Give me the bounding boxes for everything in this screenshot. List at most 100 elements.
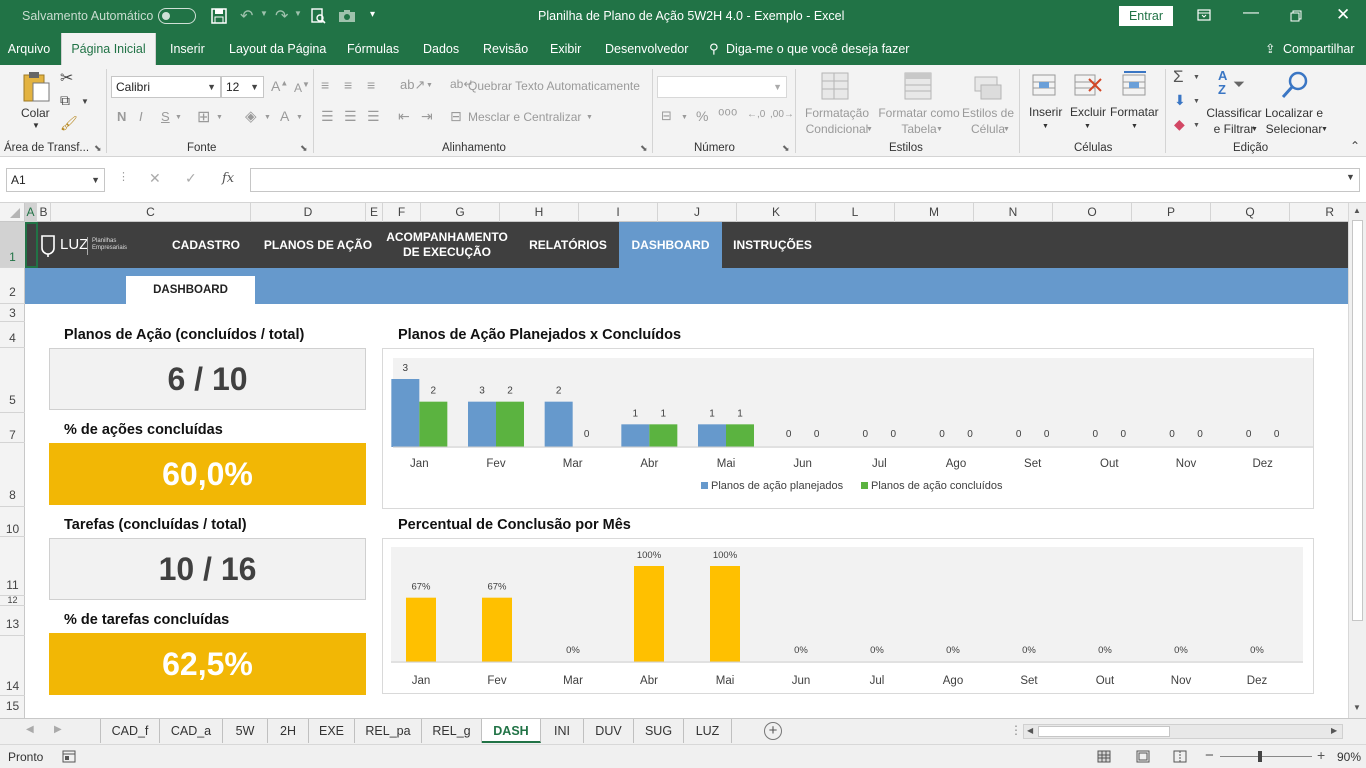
format-painter-icon[interactable]: 🖌 xyxy=(60,115,78,132)
normal-view-icon[interactable] xyxy=(1097,750,1111,763)
shrink-font-icon[interactable]: A▼ xyxy=(294,80,310,95)
find-select-icon[interactable] xyxy=(1280,70,1310,100)
share-button[interactable]: ⇪ Compartilhar xyxy=(1265,33,1355,65)
collapse-ribbon-icon[interactable]: ⌃ xyxy=(1350,139,1360,153)
redo-icon[interactable]: ↷ xyxy=(275,6,288,26)
sheet-tab[interactable]: REL_pa xyxy=(355,719,422,743)
sheet-tab[interactable]: LUZ xyxy=(684,719,732,743)
grow-font-icon[interactable]: A▲ xyxy=(271,78,288,94)
row-header[interactable]: 13 xyxy=(0,606,25,636)
tab-inserir[interactable]: Inserir xyxy=(170,33,205,65)
paste-dropdown-icon[interactable]: ▼ xyxy=(32,121,40,130)
align-top-icon[interactable]: ≡ xyxy=(321,77,329,93)
number-format-select[interactable]: ▼ xyxy=(657,76,787,98)
insert-cells-icon[interactable] xyxy=(1031,71,1059,99)
nav-planos-de-acao[interactable]: PLANOS DE AÇÃO xyxy=(261,222,375,268)
insert-dropdown-icon[interactable]: ▼ xyxy=(1042,123,1049,130)
undo-dropdown-icon[interactable]: ▼ xyxy=(260,9,268,18)
underline-button[interactable]: S xyxy=(161,109,170,124)
close-icon[interactable]: ✕ xyxy=(1336,5,1350,25)
column-header[interactable]: D xyxy=(251,203,366,222)
tab-desenvolvedor[interactable]: Desenvolvedor xyxy=(605,33,688,65)
column-header[interactable]: M xyxy=(895,203,974,222)
sheet-tab[interactable]: DUV xyxy=(584,719,634,743)
column-header[interactable]: R xyxy=(1290,203,1348,222)
row-header[interactable]: 11 xyxy=(0,537,25,596)
zoom-out-icon[interactable]: − xyxy=(1205,747,1214,764)
delete-dropdown-icon[interactable]: ▼ xyxy=(1084,123,1091,130)
cut-icon[interactable]: ✂ xyxy=(60,68,73,88)
row-header[interactable]: 12 xyxy=(0,596,25,606)
fill-color-icon[interactable]: ◈ xyxy=(245,107,257,125)
row-header[interactable]: 2 xyxy=(0,268,25,304)
align-right-icon[interactable]: ☰ xyxy=(367,108,380,125)
row-header[interactable]: 10 xyxy=(0,507,25,537)
format-as-table-button[interactable]: Formatar como Tabela xyxy=(874,105,964,137)
scroll-thumb[interactable] xyxy=(1038,726,1170,737)
zoom-in-icon[interactable]: + xyxy=(1317,747,1325,763)
row-header[interactable]: 4 xyxy=(0,322,25,348)
subnav-tab-dashboard[interactable]: DASHBOARD xyxy=(126,276,255,304)
sheet-tab[interactable]: CAD_a xyxy=(160,719,223,743)
expand-formula-icon[interactable]: ▼ xyxy=(1346,172,1355,182)
paste-icon[interactable] xyxy=(21,71,51,103)
sheet-tab[interactable]: SUG xyxy=(634,719,684,743)
row-header[interactable]: 15 xyxy=(0,696,25,718)
find-dropdown-icon[interactable]: ▼ xyxy=(1321,126,1328,133)
column-header[interactable]: B xyxy=(37,203,51,222)
cell-styles-dropdown-icon[interactable]: ▼ xyxy=(1003,126,1010,133)
restore-icon[interactable] xyxy=(1290,10,1302,22)
format-table-dropdown-icon[interactable]: ▼ xyxy=(936,126,943,133)
sort-dropdown-icon[interactable]: ▼ xyxy=(1251,126,1258,133)
camera-icon[interactable] xyxy=(338,9,356,23)
comma-style-icon[interactable]: ⁰⁰⁰ xyxy=(718,106,737,126)
sheet-tab[interactable]: REL_g xyxy=(422,719,482,743)
accounting-format-icon[interactable]: ⊟ xyxy=(661,108,672,124)
borders-dropdown-icon[interactable]: ▼ xyxy=(216,114,223,121)
chart-frame[interactable]: 3 2 Jan 3 2 Fev 2 0 Mar 1 1 Abr 1 1 Mai 0 0 Jun 0 0 Jul 0 0 Ago… xyxy=(382,348,1314,509)
copy-dropdown-icon[interactable]: ▼ xyxy=(81,97,89,106)
orientation-icon[interactable]: ab↗ xyxy=(400,77,425,93)
merge-icon[interactable]: ⊟ xyxy=(450,108,462,125)
format-table-icon[interactable] xyxy=(903,71,933,101)
scroll-right-icon[interactable]: ▶ xyxy=(1331,726,1337,735)
merge-dropdown-icon[interactable]: ▼ xyxy=(586,114,593,121)
column-header[interactable]: J xyxy=(658,203,737,222)
italic-button[interactable]: I xyxy=(139,109,143,124)
delete-cells-button[interactable]: Excluir xyxy=(1070,105,1106,119)
merge-center-button[interactable]: Mesclar e Centralizar xyxy=(468,110,581,124)
page-layout-icon[interactable] xyxy=(1136,750,1150,763)
insert-function-button[interactable]: fx xyxy=(222,171,234,186)
nav-cadastro[interactable]: CADASTRO xyxy=(162,222,250,268)
tab-exibir[interactable]: Exibir xyxy=(550,33,581,65)
sheet-tab-active[interactable]: DASH xyxy=(482,719,541,743)
underline-dropdown-icon[interactable]: ▼ xyxy=(175,114,182,121)
tab-revisao[interactable]: Revisão xyxy=(483,33,528,65)
add-sheet-button[interactable]: + xyxy=(764,722,782,740)
column-header[interactable]: P xyxy=(1132,203,1211,222)
nav-relatorios[interactable]: RELATÓRIOS xyxy=(522,222,614,268)
column-header[interactable]: A xyxy=(25,203,37,222)
scroll-up-icon[interactable]: ▲ xyxy=(1353,206,1361,215)
format-cells-button[interactable]: Formatar xyxy=(1110,105,1159,119)
ribbon-display-icon[interactable] xyxy=(1197,9,1211,21)
decrease-decimal-icon[interactable]: ,00→ xyxy=(770,109,794,120)
accounting-dropdown-icon[interactable]: ▼ xyxy=(681,114,688,121)
tab-formulas[interactable]: Fórmulas xyxy=(347,33,399,65)
column-header[interactable]: O xyxy=(1053,203,1132,222)
scroll-thumb[interactable] xyxy=(1352,220,1363,621)
confirm-entry-icon[interactable]: ✓ xyxy=(185,170,197,187)
clipboard-launcher-icon[interactable]: ⬊ xyxy=(94,143,102,154)
column-header[interactable]: C xyxy=(51,203,251,222)
column-header[interactable]: L xyxy=(816,203,895,222)
tab-pagina-inicial[interactable]: Página Inicial xyxy=(61,33,156,65)
column-header[interactable]: G xyxy=(421,203,500,222)
percent-style-icon[interactable]: % xyxy=(696,108,708,124)
increase-decimal-icon[interactable]: ←,0 xyxy=(747,109,765,120)
sheet-tab[interactable]: 5W xyxy=(223,719,268,743)
next-sheet-icon[interactable]: ▶ xyxy=(54,724,62,735)
delete-cells-icon[interactable] xyxy=(1073,71,1103,99)
orientation-dropdown-icon[interactable]: ▼ xyxy=(426,82,433,89)
formula-input[interactable] xyxy=(250,168,1360,192)
cell-styles-icon[interactable] xyxy=(973,71,1003,101)
